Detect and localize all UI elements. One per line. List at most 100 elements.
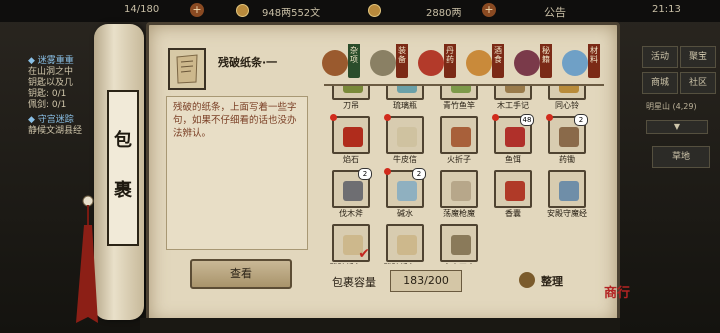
slot-frame [384,114,424,154]
activity-button[interactable]: 活动 [642,46,678,68]
item-icon [343,86,363,93]
terrain-label: 草地 [652,146,710,168]
collapse-button[interactable]: ▼ [646,120,708,134]
shop-stamp[interactable]: 商行 [604,282,630,301]
item-name: 牛皮信 [393,155,417,164]
inventory-slot[interactable]: 琉璃瓶 [386,86,432,111]
add-silver-button[interactable]: + [482,3,496,17]
misc-icon [322,50,348,76]
tab-label: 材料 [588,44,600,78]
inventory-slot[interactable]: 荡魔枪魔 [440,170,486,219]
inventory-slot[interactable]: 香囊 [494,170,540,219]
new-item-dot [492,114,499,121]
item-count: 2 [358,168,372,180]
title-char: 包 [114,130,132,151]
capacity-label: 包裹容量 [332,276,376,289]
tab-equipment[interactable]: 装备 [370,44,412,82]
tab-misc[interactable]: 杂项 [322,44,364,82]
tab-label: 秘籍 [540,44,552,78]
item-name: 药锄 [559,155,575,164]
paper-icon [397,235,417,255]
selected-check-icon: ✔ [358,246,370,262]
shop-button[interactable]: 商城 [642,72,678,94]
slot-frame [440,86,478,100]
sort-label: 整理 [541,275,563,288]
money-bag-icon [519,272,535,288]
fire-starter-icon [451,127,471,147]
tab-label: 杂项 [348,44,360,78]
item-name: 碱水 [397,209,413,218]
treasure-button[interactable]: 聚宝 [680,46,716,68]
item-name: 木工手记 [497,101,529,110]
item-name: 残破纸条·二 [377,262,433,264]
inventory-slot[interactable]: 同心铃 [548,86,594,111]
item-name: 火折子 [447,155,471,164]
item-name: 青竹鱼竿 [443,101,475,110]
tab-medicine[interactable]: 丹药 [418,44,460,82]
bowl-icon [397,181,417,201]
inventory-slot[interactable]: 2 碱水 [384,168,432,219]
inventory-slot[interactable]: 残破纸条·二 [384,224,432,264]
pouch-icon [505,181,525,201]
sort-button[interactable]: 整理 [519,270,573,292]
inventory-slot[interactable]: 焰石 [330,114,378,165]
stamina-value: 14/180 [124,4,160,15]
slot-frame [548,86,586,100]
inventory-slot[interactable]: 2 药锄 [546,114,594,165]
capacity-value: 183/200 [390,270,462,292]
tab-label: 装备 [396,44,408,78]
item-name: 荡魔枪魔 [443,209,475,218]
inventory-slot[interactable]: 48 鱼饵 [492,114,540,165]
item-name: 鱼饵 [505,155,521,164]
bottom-toolbar [140,318,620,333]
item-name: 刀吊 [343,101,359,110]
inventory-slot[interactable]: 刀吊 [332,86,378,111]
inventory-slot[interactable]: 牛皮信 [384,114,432,165]
book-stack-icon [514,50,540,76]
inventory-slot[interactable]: 青竹鱼竿 [440,86,486,111]
item-count: 2 [574,114,588,126]
inventory-slot[interactable]: 2 伐木斧 [332,168,378,219]
clock: 21:13 [652,4,681,15]
stone-icon [343,127,363,147]
inventory-slot[interactable]: 木工手记 [494,86,540,111]
letter-icon [397,127,417,147]
item-count: 2 [412,168,426,180]
status-bar: 14/180 + 948两552文 2880两 + 公告 21:13 [0,0,720,22]
bell-icon [559,86,579,93]
wine-jar-icon [466,50,492,76]
inventory-slot[interactable]: 文房四宝 [440,224,486,264]
tab-label: 酒食 [492,44,504,78]
slot-frame [330,114,370,154]
inventory-slot[interactable]: 火折子 [440,116,486,165]
pill-icon [418,50,444,76]
slot-frame [548,170,586,208]
selected-item-icon [168,48,206,90]
view-button[interactable]: 查看 [190,259,292,289]
bait-icon [505,127,525,147]
slot-frame: 48 [492,114,534,154]
slot-frame: 2 [332,168,372,208]
slot-frame [440,170,478,208]
slot-frame [494,170,532,208]
notice-link[interactable]: 公告 [544,4,566,20]
brush-icon [451,235,471,255]
inventory-slot[interactable]: ✔残破纸条·一 [330,224,378,264]
tab-food[interactable]: 酒食 [466,44,508,82]
item-name: 文房四宝 [431,262,487,264]
axe-icon [343,181,363,201]
slot-frame [386,224,424,262]
bottle-icon [397,86,417,93]
new-item-dot [330,114,337,121]
inventory-slot[interactable]: 安殿守魔经 [547,170,594,219]
hoe-icon [559,127,579,147]
add-stamina-button[interactable]: + [190,3,204,17]
item-name: 同心铃 [555,101,579,110]
tab-materials[interactable]: 材料 [562,44,604,82]
silver-ingot-icon [368,4,381,17]
community-button[interactable]: 社区 [680,72,716,94]
inventory-grid[interactable]: 刀吊 琉璃瓶 青竹鱼竿 木工手记 同心铃 焰石 牛皮信 火折子 48 鱼饵 2 药锄 2 伐木斧 2 碱水 荡魔… [324,84,604,264]
copper-value: 948两552文 [262,8,321,19]
tab-manuals[interactable]: 秘籍 [514,44,556,82]
item-name: 焰石 [343,155,359,164]
